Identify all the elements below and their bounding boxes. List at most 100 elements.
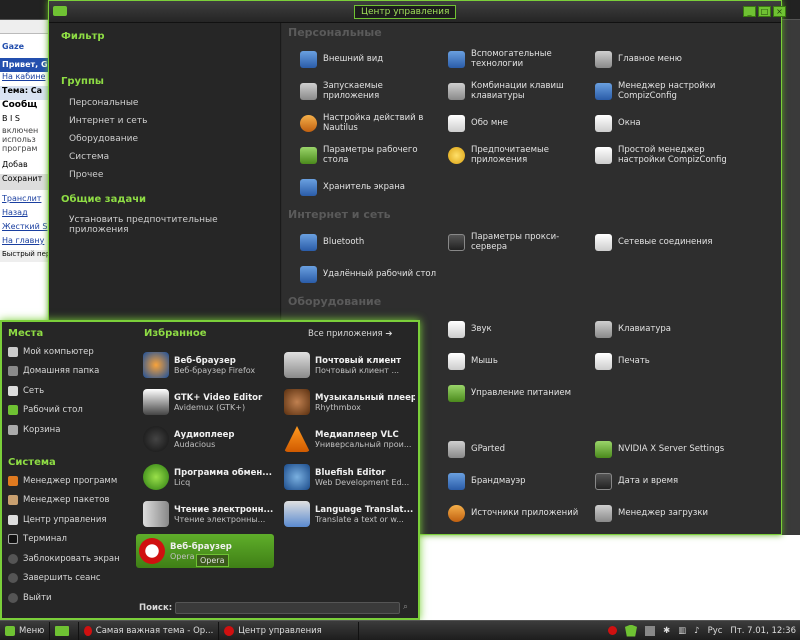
item-print[interactable]: Печать	[595, 346, 743, 376]
mint-logo-icon	[5, 625, 15, 636]
place-home[interactable]: Домашняя папка	[8, 364, 99, 378]
item-simple-compiz[interactable]: Простой менеджер настройки CompizConfig	[595, 140, 743, 170]
search-input[interactable]	[175, 602, 400, 614]
system-terminal[interactable]: Терминал	[8, 532, 67, 546]
place-desktop[interactable]: Рабочий стол	[8, 403, 83, 417]
group-other[interactable]: Прочее	[69, 170, 103, 180]
all-applications-button[interactable]: Все приложения ➔	[308, 329, 392, 339]
item-network[interactable]: Сетевые соединения	[595, 227, 743, 257]
item-shortcuts[interactable]: Комбинации клавиш клавиатуры	[448, 76, 596, 106]
close-button[interactable]: ×	[773, 6, 786, 17]
browser-format-buttons[interactable]: B I S	[0, 114, 48, 126]
item-software-sources[interactable]: Источники приложений	[448, 498, 596, 528]
keyboard-layout[interactable]: Рус	[708, 626, 723, 636]
section-hardware: Оборудование	[288, 295, 382, 308]
windows-icon	[595, 114, 612, 132]
item-desktop-settings[interactable]: Параметры рабочего стола	[300, 140, 448, 170]
opera-tray-icon[interactable]	[607, 626, 617, 635]
system-package-manager[interactable]: Менеджер пакетов	[8, 493, 110, 507]
maximize-button[interactable]: □	[758, 6, 771, 17]
item-assistive[interactable]: Вспомогательные технологии	[448, 44, 596, 74]
item-sound[interactable]: Звук	[448, 314, 596, 344]
browser-quick-reply[interactable]: Быстрый пер	[0, 250, 48, 262]
task-control-center[interactable]: Центр управления	[219, 621, 360, 640]
browser-add-button[interactable]: Добав	[0, 160, 48, 174]
fav-licq[interactable]: Программа обмен... Licq	[140, 460, 278, 494]
browser-save-button[interactable]: Сохранит	[0, 174, 48, 190]
item-proxy[interactable]: Параметры прокси- сервера	[448, 227, 596, 257]
fav-mail[interactable]: Почтовый клиент Почтовый клиент ...	[281, 348, 419, 382]
fav-firefox[interactable]: Веб-браузер Веб-браузер Firefox	[140, 348, 278, 382]
place-trash[interactable]: Корзина	[8, 423, 60, 437]
item-mouse[interactable]: Мышь	[448, 346, 596, 376]
item-main-menu[interactable]: Главное меню	[595, 44, 743, 74]
browser-link[interactable]: Жесткий S	[0, 222, 48, 236]
bluetooth-icon[interactable]: ✱	[663, 626, 670, 636]
desktop-icon	[300, 146, 317, 164]
gparted-icon	[448, 440, 465, 458]
item-datetime[interactable]: Дата и время	[595, 466, 743, 496]
music-player-icon	[284, 389, 310, 415]
item-nautilus-actions[interactable]: Настройка действий в Nautilus	[300, 108, 448, 138]
tasks-heading: Общие задачи	[61, 194, 147, 205]
item-gparted[interactable]: GParted	[448, 434, 596, 464]
place-computer[interactable]: Мой компьютер	[8, 345, 94, 359]
item-firewall[interactable]: Брандмауэр	[448, 466, 596, 496]
window-titlebar[interactable]: Центр управления _ □ ×	[49, 1, 786, 23]
shield-icon[interactable]	[624, 624, 637, 637]
item-preferred-apps[interactable]: Предпочитаемые приложения	[448, 140, 596, 170]
browser-link[interactable]: Назад	[0, 208, 48, 222]
item-download-manager[interactable]: Менеджер загрузки	[595, 498, 743, 528]
item-appearance[interactable]: Внешний вид	[300, 44, 448, 74]
browser-link[interactable]: На главну	[0, 236, 48, 250]
item-remote-desktop[interactable]: Удалённый рабочий стол	[300, 259, 448, 289]
network-icon[interactable]: ▥	[678, 626, 686, 636]
menu-button[interactable]: Меню	[0, 621, 51, 640]
browser-link[interactable]: На кабине	[0, 72, 48, 86]
window-menu-icon[interactable]	[53, 6, 67, 16]
system-lock-screen[interactable]: Заблокировать экран	[8, 552, 120, 566]
group-system[interactable]: Система	[69, 152, 109, 162]
fav-vlc[interactable]: Медиаплеер VLC Универсальный прои...	[281, 422, 419, 456]
browser-link[interactable]: Транслит	[0, 190, 48, 208]
updates-icon[interactable]	[644, 625, 655, 636]
minimize-button[interactable]: _	[743, 6, 756, 17]
group-internet[interactable]: Интернет и сеть	[69, 116, 147, 126]
task-set-preferred-apps[interactable]: Установить предпочтительные приложения	[69, 215, 280, 235]
system-logout[interactable]: Завершить сеанс	[8, 571, 101, 585]
volume-icon[interactable]: ♪	[694, 626, 699, 636]
system-quit[interactable]: Выйти	[8, 591, 52, 605]
item-about-me[interactable]: Обо мне	[448, 108, 596, 138]
item-power[interactable]: Управление питанием	[448, 378, 596, 408]
browser-message-heading: Сообщ	[2, 100, 38, 110]
group-hardware[interactable]: Оборудование	[69, 134, 138, 144]
item-screensaver[interactable]: Хранитель экрана	[300, 172, 448, 202]
video-editor-icon	[143, 389, 169, 415]
browser-page-area	[420, 535, 800, 620]
item-compiz[interactable]: Менеджер настройки CompizConfig	[595, 76, 743, 106]
task-opera[interactable]: Самая важная тема - Op...	[79, 621, 220, 640]
item-nvidia[interactable]: NVIDIA X Server Settings	[595, 434, 743, 464]
fav-ebook-reader[interactable]: Чтение электронн... Чтение электронны...	[140, 497, 278, 531]
fav-bluefish[interactable]: Bluefish Editor Web Development Ed...	[281, 460, 419, 494]
place-network[interactable]: Сеть	[8, 384, 44, 398]
item-startup[interactable]: Запускаемые приложения	[300, 76, 448, 106]
fav-avidemux[interactable]: GTK+ Video Editor Avidemux (GTK+)	[140, 385, 278, 419]
item-keyboard[interactable]: Клавиатура	[595, 314, 743, 344]
item-windows[interactable]: Окна	[595, 108, 743, 138]
menu-editor-icon	[595, 50, 612, 68]
item-bluetooth[interactable]: Bluetooth	[300, 227, 448, 257]
control-center-icon	[224, 625, 235, 636]
system-software-manager[interactable]: Менеджер программ	[8, 474, 117, 488]
accessibility-icon	[448, 50, 465, 68]
fav-audacious[interactable]: Аудиоплеер Audacious	[140, 422, 278, 456]
system-control-center[interactable]: Центр управления	[8, 513, 107, 527]
browser-toolbar	[0, 20, 48, 34]
fav-translator[interactable]: Language Translat... Translate a text or …	[281, 497, 419, 531]
about-me-icon	[448, 114, 465, 132]
group-personal[interactable]: Персональные	[69, 98, 138, 108]
clock[interactable]: Пт. 7.01, 12:36	[730, 626, 796, 636]
search-icon[interactable]: ⌕	[403, 602, 408, 612]
fav-rhythmbox[interactable]: Музыкальный плеер Rhythmbox	[281, 385, 419, 419]
show-desktop-button[interactable]	[50, 621, 80, 640]
